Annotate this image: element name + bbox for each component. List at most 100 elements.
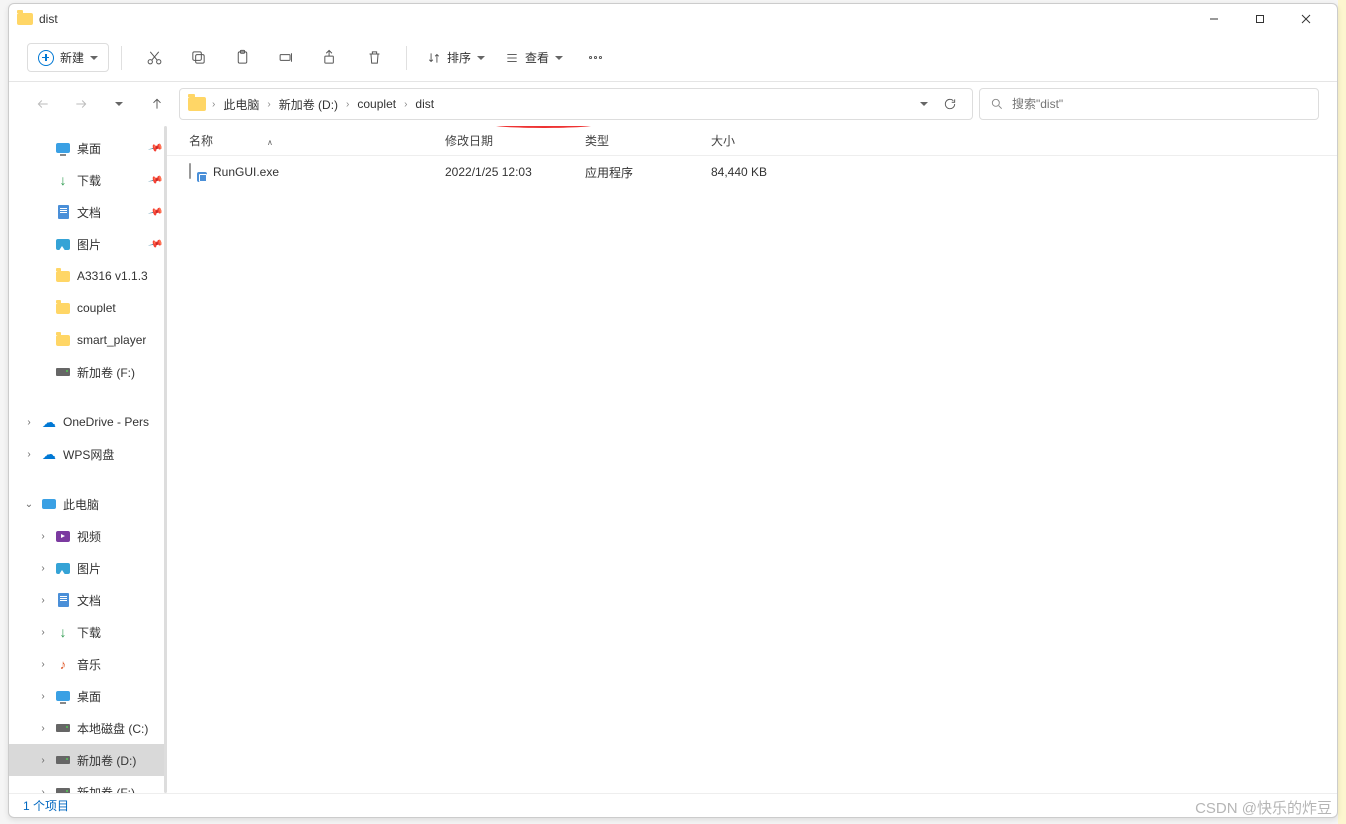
pin-icon: 📌: [147, 236, 163, 252]
expand-icon[interactable]: ›: [37, 787, 49, 794]
expand-icon[interactable]: ⌄: [23, 499, 35, 510]
pic-icon: [55, 560, 71, 576]
expand-icon[interactable]: ›: [23, 417, 35, 428]
minimize-button[interactable]: [1191, 4, 1237, 34]
desktop-icon: [55, 140, 71, 156]
tree-item[interactable]: › 新加卷 (F:): [9, 776, 167, 793]
tree-label: 图片: [77, 560, 101, 577]
drive-icon: [55, 364, 71, 380]
chevron-right-icon: ›: [346, 99, 349, 110]
tree-item[interactable]: 桌面📌: [9, 132, 167, 164]
column-headers: 名称∧ 修改日期 类型 大小: [167, 126, 1337, 156]
chevron-down-icon: [90, 56, 98, 60]
tree-item[interactable]: ›视频: [9, 520, 167, 552]
sort-dropdown[interactable]: 排序: [419, 44, 493, 71]
tree-item[interactable]: ›☁OneDrive - Pers: [9, 406, 167, 438]
tree-item[interactable]: 文档📌: [9, 196, 167, 228]
tree-label: 文档: [77, 592, 101, 609]
explorer-window: dist 新建 排序 查看: [8, 3, 1338, 818]
folder-icon: [55, 268, 71, 284]
tree-item[interactable]: ›↓下载: [9, 616, 167, 648]
folder-icon: [55, 300, 71, 316]
pc-icon: [41, 496, 57, 512]
search-input[interactable]: [1012, 97, 1308, 111]
forward-button[interactable]: [65, 88, 97, 120]
close-button[interactable]: [1283, 4, 1329, 34]
tree-item[interactable]: 图片📌: [9, 228, 167, 260]
back-button[interactable]: [27, 88, 59, 120]
music-icon: ♪: [55, 656, 71, 672]
expand-icon[interactable]: ›: [37, 691, 49, 702]
tree-item[interactable]: couplet: [9, 292, 167, 324]
tree-label: 新加卷 (F:): [77, 784, 135, 794]
share-button[interactable]: [310, 40, 350, 76]
tree-label: couplet: [77, 301, 116, 315]
breadcrumb-item[interactable]: dist: [413, 95, 436, 113]
breadcrumb-item[interactable]: couplet: [355, 95, 398, 113]
file-pane: 名称∧ 修改日期 类型 大小 RunGUI.exe2022/1/25 12:03…: [167, 126, 1337, 793]
expand-icon[interactable]: ›: [37, 659, 49, 670]
rename-button[interactable]: [266, 40, 306, 76]
breadcrumb[interactable]: › 此电脑 › 新加卷 (D:) › couplet › dist: [179, 88, 973, 120]
separator: [406, 46, 407, 70]
tree-label: 文档: [77, 204, 101, 221]
chevron-right-icon: ›: [212, 99, 215, 110]
plus-icon: [38, 50, 54, 66]
address-history-dropdown[interactable]: [918, 98, 930, 110]
maximize-button[interactable]: [1237, 4, 1283, 34]
delete-button[interactable]: [354, 40, 394, 76]
breadcrumb-item[interactable]: 此电脑: [221, 94, 261, 115]
tree-item[interactable]: ›桌面: [9, 680, 167, 712]
pic-icon: [55, 236, 71, 252]
recent-dropdown[interactable]: [103, 88, 135, 120]
column-type[interactable]: 类型: [585, 132, 711, 149]
new-button[interactable]: 新建: [27, 43, 109, 72]
breadcrumb-item[interactable]: 新加卷 (D:): [277, 94, 340, 115]
tree-item[interactable]: › 图片: [9, 552, 167, 584]
search-box[interactable]: [979, 88, 1319, 120]
doc-icon: [55, 204, 71, 220]
address-bar: › 此电脑 › 新加卷 (D:) › couplet › dist: [9, 82, 1337, 126]
refresh-button[interactable]: [936, 90, 964, 118]
expand-icon[interactable]: ›: [23, 449, 35, 460]
pin-icon: 📌: [147, 172, 163, 188]
column-size[interactable]: 大小: [711, 132, 811, 149]
column-name[interactable]: 名称∧: [189, 132, 445, 149]
separator: [121, 46, 122, 70]
doc-icon: [55, 592, 71, 608]
tree-label: 新加卷 (F:): [77, 364, 135, 381]
paste-button[interactable]: [222, 40, 262, 76]
titlebar: dist: [9, 4, 1337, 34]
tree-item[interactable]: › 本地磁盘 (C:): [9, 712, 167, 744]
copy-button[interactable]: [178, 40, 218, 76]
expand-icon[interactable]: ›: [37, 531, 49, 542]
tree-item[interactable]: A3316 v1.1.3: [9, 260, 167, 292]
tree-label: 桌面: [77, 140, 101, 157]
expand-icon[interactable]: ›: [37, 627, 49, 638]
chevron-down-icon: [555, 56, 563, 60]
file-size: 84,440 KB: [711, 165, 811, 179]
expand-icon[interactable]: ›: [37, 595, 49, 606]
tree-item[interactable]: smart_player: [9, 324, 167, 356]
view-dropdown[interactable]: 查看: [497, 44, 571, 71]
tree-item[interactable]: ⌄此电脑: [9, 488, 167, 520]
sort-label: 排序: [447, 49, 471, 66]
tree-item[interactable]: › 文档: [9, 584, 167, 616]
expand-icon[interactable]: ›: [37, 755, 49, 766]
tree-item[interactable]: ↓下载📌: [9, 164, 167, 196]
up-button[interactable]: [141, 88, 173, 120]
file-row[interactable]: RunGUI.exe2022/1/25 12:03应用程序84,440 KB: [167, 156, 1337, 188]
tree-item[interactable]: ›☁WPS网盘: [9, 438, 167, 470]
column-date[interactable]: 修改日期: [445, 132, 585, 149]
expand-icon[interactable]: ›: [37, 563, 49, 574]
tree-label: 本地磁盘 (C:): [77, 720, 148, 737]
cut-button[interactable]: [134, 40, 174, 76]
file-name: RunGUI.exe: [213, 165, 279, 179]
tree-label: 新加卷 (D:): [77, 752, 136, 769]
tree-item[interactable]: 新加卷 (F:): [9, 356, 167, 388]
expand-icon[interactable]: ›: [37, 723, 49, 734]
chevron-down-icon: [115, 102, 123, 106]
tree-item[interactable]: › 新加卷 (D:): [9, 744, 167, 776]
more-button[interactable]: [575, 40, 615, 76]
tree-item[interactable]: ›♪音乐: [9, 648, 167, 680]
